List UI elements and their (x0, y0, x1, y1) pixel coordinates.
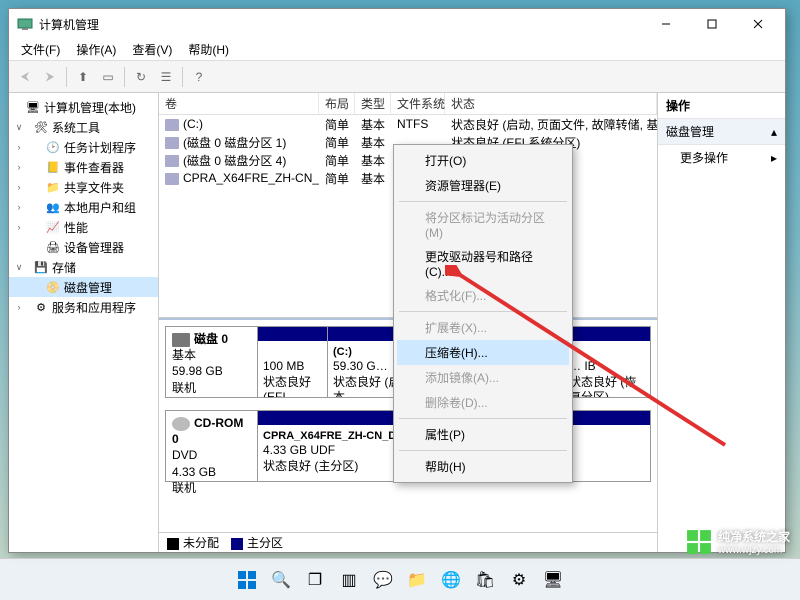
perf-icon: 📈 (45, 219, 61, 235)
settings-icon[interactable]: ⚙ (506, 567, 532, 593)
device-icon: 🖨 (45, 239, 61, 255)
tree-disk-management[interactable]: 📀磁盘管理 (9, 277, 158, 297)
disk-icon: 📀 (45, 279, 61, 295)
tree-services[interactable]: ›⚙服务和应用程序 (9, 297, 158, 317)
volume-icon (165, 155, 179, 167)
back-button: ⮜ (13, 65, 37, 89)
menu-file[interactable]: 文件(F) (15, 39, 66, 60)
tree-local-users[interactable]: ›👥本地用户和组 (9, 197, 158, 217)
ctx-extend: 扩展卷(X)... (397, 315, 569, 340)
volume-icon (165, 173, 179, 185)
volume-header[interactable]: 卷 布局 类型 文件系统 状态 (159, 93, 657, 115)
watermark: 纯净系统之家 www.wjzy.com (686, 528, 790, 556)
disk0-partition-efi[interactable]: 100 MB状态良好 (EFI … (258, 327, 328, 397)
app-taskbar-icon[interactable]: 🖥 (540, 567, 566, 593)
cdrom-icon (172, 417, 190, 431)
event-icon: 📒 (45, 159, 61, 175)
volume-icon (165, 137, 179, 149)
tree-task-scheduler[interactable]: ›🕑任务计划程序 (9, 137, 158, 157)
edge-icon[interactable]: 🌐 (438, 567, 464, 593)
ctx-properties[interactable]: 属性(P) (397, 422, 569, 447)
computer-icon: 🖥 (25, 99, 41, 115)
watermark-logo-icon (686, 529, 712, 555)
actions-pane: 操作 磁盘管理▴ 更多操作▸ (657, 93, 785, 552)
col-status[interactable]: 状态 (445, 93, 657, 114)
ctx-open[interactable]: 打开(O) (397, 148, 569, 173)
menu-view[interactable]: 查看(V) (126, 39, 178, 60)
titlebar[interactable]: 计算机管理 (9, 9, 785, 39)
app-icon (17, 16, 33, 32)
menu-help[interactable]: 帮助(H) (182, 39, 235, 60)
forward-button: ⮞ (38, 65, 62, 89)
nav-tree[interactable]: 🖥计算机管理(本地) ∨🛠系统工具 ›🕑任务计划程序 ›📒事件查看器 ›📁共享文… (9, 93, 159, 552)
ctx-add-mirror: 添加镜像(A)... (397, 365, 569, 390)
disk0-partition-recovery[interactable]: … IB状态良好 (恢复分区) (564, 327, 650, 397)
ctx-format: 格式化(F)... (397, 283, 569, 308)
tree-root[interactable]: 🖥计算机管理(本地) (9, 97, 158, 117)
up-button[interactable]: ⬆ (71, 65, 95, 89)
maximize-button[interactable] (689, 9, 735, 39)
legend-primary: 主分区 (231, 534, 283, 551)
users-icon: 👥 (45, 199, 61, 215)
toolbar: ⮜ ⮞ ⬆ ▭ ↻ ☰ ? (9, 61, 785, 93)
col-type[interactable]: 类型 (355, 93, 391, 114)
col-filesystem[interactable]: 文件系统 (391, 93, 445, 114)
tree-storage[interactable]: ∨💾存储 (9, 257, 158, 277)
show-hide-button[interactable]: ▭ (96, 65, 120, 89)
watermark-text: 纯净系统之家 (718, 528, 790, 545)
actions-section-disk[interactable]: 磁盘管理▴ (658, 119, 785, 145)
ctx-mark-active: 将分区标记为活动分区(M) (397, 205, 569, 244)
window-title: 计算机管理 (39, 16, 643, 33)
actions-more[interactable]: 更多操作▸ (658, 145, 785, 170)
taskbar[interactable]: 🔍 ❐ ▥ 💬 📁 🌐 🛍 ⚙ 🖥 (0, 558, 800, 600)
disk-0-label[interactable]: 磁盘 0 基本 59.98 GB 联机 (166, 327, 258, 397)
ctx-change-letter[interactable]: 更改驱动器号和路径(C)... (397, 244, 569, 283)
cdrom-0-label[interactable]: CD-ROM 0 DVD 4.33 GB 联机 (166, 411, 258, 481)
ctx-help[interactable]: 帮助(H) (397, 454, 569, 479)
refresh-button[interactable]: ↻ (129, 65, 153, 89)
volume-row[interactable]: (C:)简单基本NTFS状态良好 (启动, 页面文件, 故障转储, 基本数据… (159, 115, 657, 133)
ctx-delete: 删除卷(D)... (397, 390, 569, 415)
volume-icon (165, 119, 179, 131)
tree-device-manager[interactable]: 🖨设备管理器 (9, 237, 158, 257)
help-button[interactable]: ? (187, 65, 211, 89)
store-icon[interactable]: 🛍 (472, 567, 498, 593)
legend-unallocated: 未分配 (167, 534, 219, 551)
watermark-url: www.wjzy.com (718, 545, 790, 556)
tree-system-tools[interactable]: ∨🛠系统工具 (9, 117, 158, 137)
tree-shared-folders[interactable]: ›📁共享文件夹 (9, 177, 158, 197)
clock-icon: 🕑 (45, 139, 61, 155)
minimize-button[interactable] (643, 9, 689, 39)
chevron-right-icon: ▸ (771, 151, 777, 165)
start-button[interactable] (234, 567, 260, 593)
search-icon[interactable]: 🔍 (268, 567, 294, 593)
hdd-icon (172, 333, 190, 347)
col-volume[interactable]: 卷 (159, 93, 319, 114)
folder-icon: 📁 (45, 179, 61, 195)
ctx-shrink[interactable]: 压缩卷(H)... (397, 340, 569, 365)
tree-performance[interactable]: ›📈性能 (9, 217, 158, 237)
storage-icon: 💾 (33, 259, 49, 275)
menubar: 文件(F) 操作(A) 查看(V) 帮助(H) (9, 39, 785, 61)
ctx-explorer[interactable]: 资源管理器(E) (397, 173, 569, 198)
col-layout[interactable]: 布局 (319, 93, 355, 114)
legend: 未分配 主分区 (159, 532, 657, 552)
tree-event-viewer[interactable]: ›📒事件查看器 (9, 157, 158, 177)
widgets-icon[interactable]: ▥ (336, 567, 362, 593)
task-view-icon[interactable]: ❐ (302, 567, 328, 593)
context-menu: 打开(O) 资源管理器(E) 将分区标记为活动分区(M) 更改驱动器号和路径(C… (393, 144, 573, 483)
chevron-up-icon: ▴ (771, 125, 777, 139)
services-icon: ⚙ (33, 299, 49, 315)
chat-icon[interactable]: 💬 (370, 567, 396, 593)
close-button[interactable] (735, 9, 781, 39)
tools-icon: 🛠 (33, 119, 49, 135)
menu-action[interactable]: 操作(A) (70, 39, 122, 60)
explorer-icon[interactable]: 📁 (404, 567, 430, 593)
actions-title: 操作 (658, 93, 785, 119)
properties-button[interactable]: ☰ (154, 65, 178, 89)
